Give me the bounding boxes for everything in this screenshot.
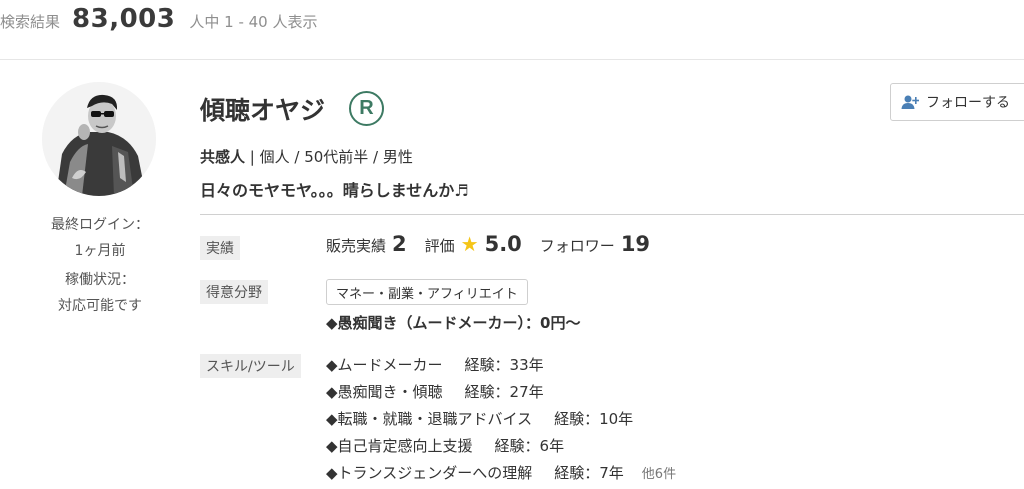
follow-button[interactable]: フォローする xyxy=(890,83,1024,121)
profile-type: 共感人 xyxy=(200,148,246,166)
skill-experience: 経験：10年 xyxy=(554,410,634,428)
specialty-label: 得意分野 xyxy=(200,280,268,304)
achievements-label: 実績 xyxy=(200,236,240,260)
skill-experience: 経験：27年 xyxy=(464,383,544,401)
skill-experience: 経験：7年 xyxy=(554,464,624,482)
skill-item: ◆転職・就職・退職アドバイス 経験：10年 xyxy=(326,408,633,429)
profile-divider xyxy=(200,214,1024,215)
results-label: 検索結果 xyxy=(0,13,61,31)
skill-item: ◆トランスジェンダーへの理解 経験：7年 他6件 xyxy=(326,462,676,483)
specialty-tag[interactable]: マネー・副業・アフィリエイト xyxy=(326,279,528,305)
rating-value: 5.0 xyxy=(484,232,522,256)
skill-name: ◆ムードメーカー xyxy=(326,356,443,374)
followers-label: フォロワー xyxy=(539,237,615,255)
badge-letter: R xyxy=(359,97,374,119)
skill-experience: 経験：33年 xyxy=(464,356,544,374)
registered-badge-icon: R xyxy=(349,91,384,126)
avatar[interactable] xyxy=(42,82,156,196)
sales-label: 販売実績 xyxy=(326,237,387,255)
profile-attributes: 共感人 | 個人 / 50代前半 / 男性 xyxy=(200,146,413,167)
catchphrase: 日々のモヤモヤ。。。晴らしませんか♬ xyxy=(200,181,469,200)
skill-experience: 経験：6年 xyxy=(494,437,565,455)
last-login-value: 1ヶ月前 xyxy=(74,243,126,259)
star-icon: ★ xyxy=(460,232,479,256)
skill-item: ◆自己肯定感向上支援 経験：6年 xyxy=(326,435,564,456)
last-login-label: 最終ログイン： xyxy=(51,217,149,233)
specialty-item[interactable]: ◆愚痴聞き（ムードメーカー）：0円〜 xyxy=(326,312,580,333)
skill-name: ◆愚痴聞き・傾聴 xyxy=(326,383,443,401)
rating-label: 評価 xyxy=(424,237,455,255)
skill-name: ◆トランスジェンダーへの理解 xyxy=(326,464,533,482)
follow-label: フォローする xyxy=(926,95,1010,111)
achievement-stats: 販売実績 2 評価 ★ 5.0 フォロワー 19 xyxy=(326,232,668,256)
sales-value: 2 xyxy=(392,232,407,256)
skill-name: ◆自己肯定感向上支援 xyxy=(326,437,473,455)
search-results-summary: 検索結果 83,003 人中 1 - 40 人表示 xyxy=(0,4,317,36)
status-value: 対応可能です xyxy=(58,298,142,314)
skills-label: スキル/ツール xyxy=(200,354,301,378)
header-divider xyxy=(0,59,1024,60)
more-skills-link[interactable]: 他6件 xyxy=(642,467,676,482)
add-user-icon xyxy=(901,95,919,109)
results-range: 人中 1 - 40 人表示 xyxy=(189,13,318,31)
profile-details: | 個人 / 50代前半 / 男性 xyxy=(245,148,413,166)
followers-value: 19 xyxy=(620,232,651,256)
avatar-photo xyxy=(42,82,156,196)
skill-item: ◆ムードメーカー 経験：33年 xyxy=(326,354,544,375)
profile-name[interactable]: 傾聴オヤジ xyxy=(200,91,325,127)
skill-name: ◆転職・就職・退職アドバイス xyxy=(326,410,533,428)
status-label: 稼働状況： xyxy=(65,272,135,288)
skill-item: ◆愚痴聞き・傾聴 経験：27年 xyxy=(326,381,544,402)
results-count: 83,003 xyxy=(72,4,176,34)
